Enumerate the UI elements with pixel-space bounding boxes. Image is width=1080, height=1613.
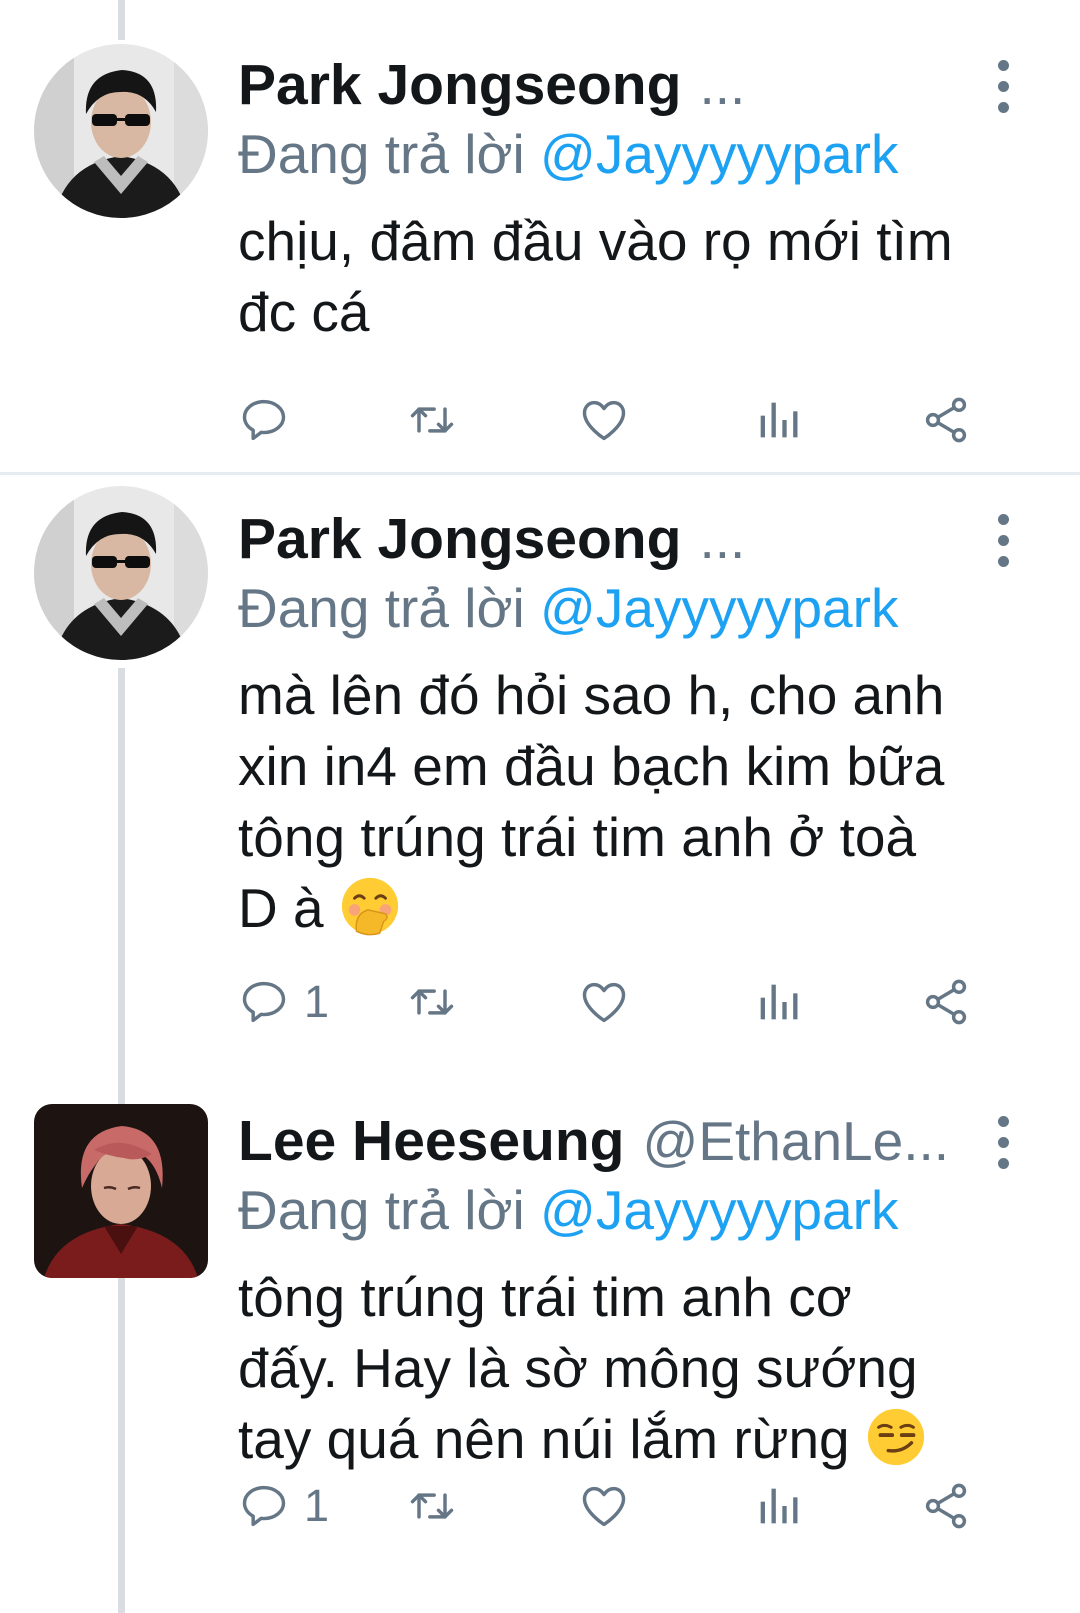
replying-to: Đang trả lời @Jayyyyypark xyxy=(238,1178,898,1242)
tweet-text-line: mà lên đó hỏi sao h, cho anh xyxy=(238,664,945,726)
reply-button[interactable]: 1 xyxy=(238,1476,329,1536)
replying-to-label: Đang trả lời xyxy=(238,123,525,185)
reply-icon xyxy=(242,399,286,441)
tweet-text-line: chịu, đâm đầu vào rọ mới tìm xyxy=(238,210,953,272)
thread-line xyxy=(118,0,125,40)
tweet-text-line: tông trúng trái tim anh cơ xyxy=(238,1266,852,1328)
analytics-icon xyxy=(760,984,798,1020)
tweet-text-line: D à xyxy=(238,873,1038,944)
tweet-text-line: đấy. Hay là sờ mông sướng xyxy=(238,1337,918,1399)
reply-icon xyxy=(242,1485,286,1527)
retweet-button[interactable] xyxy=(406,1476,458,1536)
analytics-button[interactable] xyxy=(752,972,804,1032)
retweet-icon xyxy=(410,407,454,433)
analytics-button[interactable] xyxy=(752,390,804,450)
smirking-face-emoji xyxy=(867,1408,925,1466)
mention-link[interactable]: @Jayyyyypark xyxy=(540,577,898,639)
reply-icon xyxy=(242,981,286,1023)
like-button[interactable] xyxy=(578,390,630,450)
author-name[interactable]: Lee Heeseung xyxy=(238,1108,624,1174)
retweet-icon xyxy=(410,1493,454,1519)
analytics-icon xyxy=(760,402,798,438)
tweet-divider xyxy=(0,472,1080,475)
reply-count: 1 xyxy=(304,976,330,1027)
reply-button[interactable] xyxy=(238,390,290,450)
replying-to: Đang trả lời @Jayyyyypark xyxy=(238,576,898,640)
tweet-text-line: xin in4 em đầu bạch kim bữa xyxy=(238,735,945,797)
share-icon xyxy=(925,979,967,1025)
like-button[interactable] xyxy=(578,1476,630,1536)
author-name-suffix: ... xyxy=(699,508,746,570)
share-icon xyxy=(925,1483,967,1529)
share-button[interactable] xyxy=(920,1476,972,1536)
more-vertical-icon[interactable] xyxy=(992,514,1016,568)
tweet-text-line: tông trúng trái tim anh ở toà xyxy=(238,806,917,868)
analytics-button[interactable] xyxy=(752,1476,804,1536)
tweet-actions: 1 xyxy=(0,1476,1080,1536)
heart-icon xyxy=(582,1486,626,1527)
more-vertical-icon[interactable] xyxy=(992,1116,1016,1170)
share-button[interactable] xyxy=(920,390,972,450)
share-button[interactable] xyxy=(920,972,972,1032)
author-name[interactable]: Park Jongseong xyxy=(238,52,681,118)
mention-link[interactable]: @Jayyyyypark xyxy=(540,1179,898,1241)
tweet-text-fragment: tay quá nên núi lắm rừng xyxy=(238,1408,850,1470)
avatar[interactable] xyxy=(34,1104,208,1278)
tweet-text: mà lên đó hỏi sao h, cho anh xin in4 em … xyxy=(238,660,1038,944)
tweet-text: chịu, đâm đầu vào rọ mới tìm đc cá xyxy=(238,206,1038,348)
author-handle: @EthanLe... xyxy=(642,1110,950,1172)
retweet-icon xyxy=(410,989,454,1015)
like-button[interactable] xyxy=(578,972,630,1032)
author-name-suffix: ... xyxy=(699,54,746,116)
analytics-icon xyxy=(760,1488,798,1524)
tweet-text-line: đc cá xyxy=(238,281,370,343)
avatar[interactable] xyxy=(34,486,208,660)
reply-button[interactable]: 1 xyxy=(238,972,329,1032)
retweet-button[interactable] xyxy=(406,390,458,450)
more-vertical-icon[interactable] xyxy=(992,60,1016,114)
tweet-text-line: tay quá nên núi lắm rừng xyxy=(238,1404,1038,1475)
reply-count: 1 xyxy=(304,1480,330,1531)
tweet-actions: 1 xyxy=(0,972,1080,1032)
replying-to-label: Đang trả lời xyxy=(238,577,525,639)
tweet-text-fragment: D à xyxy=(238,877,324,939)
heart-icon xyxy=(582,400,626,441)
mention-link[interactable]: @Jayyyyypark xyxy=(540,123,898,185)
replying-to-label: Đang trả lời xyxy=(238,1179,525,1241)
heart-icon xyxy=(582,982,626,1023)
share-icon xyxy=(925,397,967,443)
author-name[interactable]: Park Jongseong xyxy=(238,506,681,572)
tweet-actions xyxy=(0,390,1080,450)
tweet-text: tông trúng trái tim anh cơ đấy. Hay là s… xyxy=(238,1262,1038,1475)
avatar[interactable] xyxy=(34,44,208,218)
replying-to: Đang trả lời @Jayyyyypark xyxy=(238,122,898,186)
face-with-hand-over-mouth-emoji xyxy=(341,877,398,936)
retweet-button[interactable] xyxy=(406,972,458,1032)
